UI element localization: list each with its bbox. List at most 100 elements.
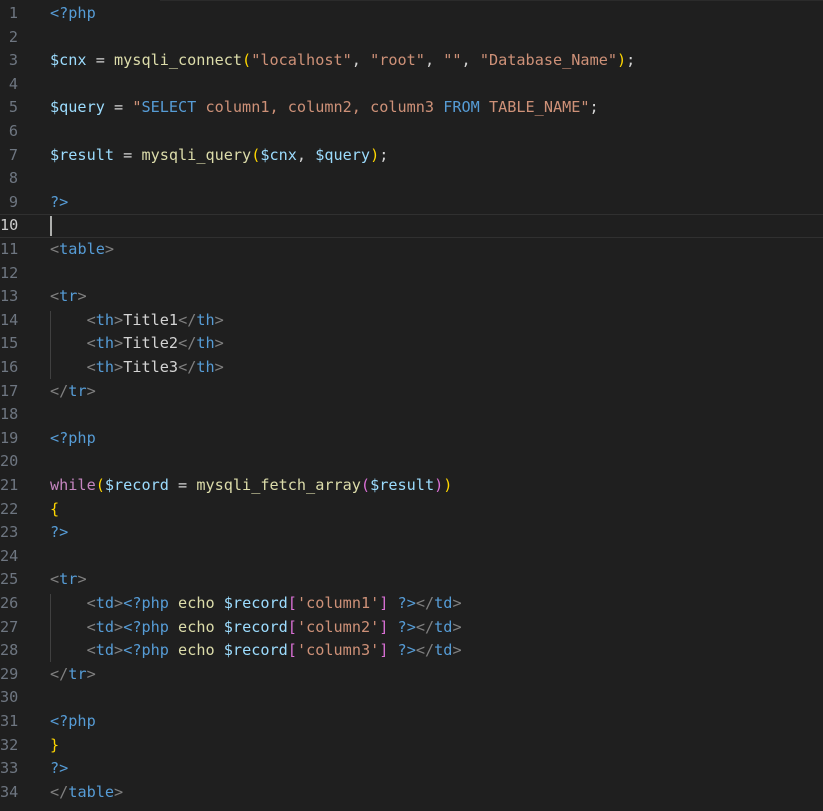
code-line[interactable]: 23 ?> — [0, 521, 823, 545]
line-number: 18 — [0, 405, 19, 424]
code-line[interactable]: 9 ?> — [0, 191, 823, 215]
line-number: 20 — [0, 452, 19, 471]
code-line[interactable]: 10 — [0, 214, 823, 238]
line-number: 16 — [0, 358, 19, 376]
code-token: { — [50, 499, 60, 518]
code-line[interactable]: 25 <tr> — [0, 568, 823, 592]
line-code: $query = "SELECT column1, column2, colum… — [50, 96, 599, 120]
code-line[interactable]: 17 </tr> — [0, 380, 823, 404]
line-code: </tr> — [50, 380, 96, 404]
code-token: > — [86, 381, 96, 400]
code-token: </ — [50, 381, 69, 400]
code-line[interactable]: 24 — [0, 545, 823, 569]
code-line[interactable]: 7 $result = mysqli_query($cnx, $query); — [0, 144, 823, 168]
code-line[interactable]: 28 <td><?php echo $record['column3'] ?><… — [0, 639, 823, 663]
code-token: > — [114, 641, 124, 660]
code-token: ?> — [50, 192, 69, 211]
code-line[interactable]: 1 <?php — [0, 2, 823, 26]
code-line[interactable]: 22 { — [0, 498, 823, 522]
line-code: </table> — [50, 781, 123, 805]
code-line[interactable]: 29 </tr> — [0, 663, 823, 687]
code-line[interactable]: 14 <th>Title1</th> — [0, 309, 823, 333]
code-line[interactable]: 19 <?php — [0, 427, 823, 451]
line-code: <?php — [50, 710, 96, 734]
code-line[interactable]: 12 — [0, 262, 823, 286]
code-line[interactable]: 4 — [0, 73, 823, 97]
code-line[interactable]: 31 <?php — [0, 710, 823, 734]
code-line[interactable]: 27 <td><?php echo $record['column2'] ?><… — [0, 616, 823, 640]
line-code: <?php — [50, 427, 96, 451]
code-line[interactable]: 21 while($record = mysqli_fetch_array($re… — [0, 474, 823, 498]
code-token: < — [50, 240, 60, 258]
line-number: 7 — [8, 145, 18, 164]
code-line[interactable]: 15 <th>Title2</th> — [0, 332, 823, 356]
code-line[interactable]: 11 <table> — [0, 238, 823, 262]
code-line[interactable]: 13 <tr> — [0, 285, 823, 309]
code-token: mysqli_connect — [114, 51, 243, 70]
code-token: < — [50, 287, 60, 306]
code-token: $query — [50, 98, 105, 117]
code-line[interactable]: 3 $cnx = mysqli_connect("localhost", "roo… — [0, 49, 823, 73]
code-token: > — [114, 310, 124, 329]
code-line[interactable]: 33 ?> — [0, 757, 823, 781]
line-number: 30 — [0, 688, 19, 707]
code-line[interactable]: 18 — [0, 403, 823, 427]
code-token: tr — [68, 664, 87, 683]
code-line[interactable]: 20 — [0, 450, 823, 474]
code-token: < — [86, 358, 96, 376]
code-token: td — [434, 617, 453, 636]
code-line[interactable]: 2 — [0, 26, 823, 50]
code-line[interactable]: 16 <th>Title3</th> — [0, 356, 823, 380]
line-number: 6 — [8, 122, 18, 140]
line-code: } — [50, 734, 59, 758]
code-token: tr — [59, 570, 78, 589]
code-token: > — [214, 334, 224, 353]
code-token: > — [214, 358, 224, 376]
code-token: > — [77, 287, 87, 306]
line-number: 13 — [0, 287, 19, 306]
code-token: $cnx — [260, 145, 297, 164]
line-code: ?> — [50, 521, 68, 545]
code-line[interactable]: 26 <td><?php echo $record['column1'] ?><… — [0, 592, 823, 616]
code-token: column1, column2, column3 — [196, 98, 444, 117]
line-number: 15 — [0, 334, 19, 353]
code-token: > — [114, 334, 124, 353]
code-token: 'column1' — [296, 594, 380, 612]
line-number: 10 — [0, 216, 19, 235]
code-token: 'column2' — [296, 617, 380, 636]
code-token: $result — [370, 476, 435, 494]
code-token: <?php — [123, 641, 169, 660]
code-token: , — [424, 51, 444, 70]
code-line[interactable]: 6 — [0, 120, 823, 144]
code-token: > — [114, 782, 124, 801]
indent-guide — [50, 311, 51, 379]
code-token: [ — [287, 617, 297, 636]
code-token: > — [104, 240, 115, 258]
code-line[interactable]: 34 </table> — [0, 781, 823, 805]
line-number: 17 — [0, 381, 19, 400]
line-number: 1 — [8, 4, 18, 22]
code-token: < — [86, 617, 96, 636]
code-line[interactable]: 5 $query = "SELECT column1, column2, colu… — [0, 96, 823, 120]
code-editor[interactable]: 1 <?php 2 3 $cnx = mysqli_connect("localhost… — [0, 0, 823, 811]
code-token: } — [50, 735, 60, 754]
code-line[interactable]: 32} — [0, 734, 823, 758]
code-token: < — [86, 334, 96, 353]
code-token: $record — [223, 594, 288, 612]
line-code: ?> — [50, 757, 68, 781]
code-token: > — [114, 358, 124, 376]
line-number: 28 — [0, 641, 19, 660]
code-line[interactable]: 8 — [0, 167, 823, 191]
code-token: </ — [50, 664, 69, 683]
code-token: Title1 — [123, 310, 179, 329]
line-code: </tr> — [50, 663, 96, 687]
code-token: = — [114, 145, 142, 164]
code-token: > — [214, 310, 224, 329]
code-token: echo — [168, 594, 224, 612]
code-line[interactable]: 30 — [0, 686, 823, 710]
line-code: while($record = mysqli_fetch_array($resu… — [50, 474, 452, 498]
